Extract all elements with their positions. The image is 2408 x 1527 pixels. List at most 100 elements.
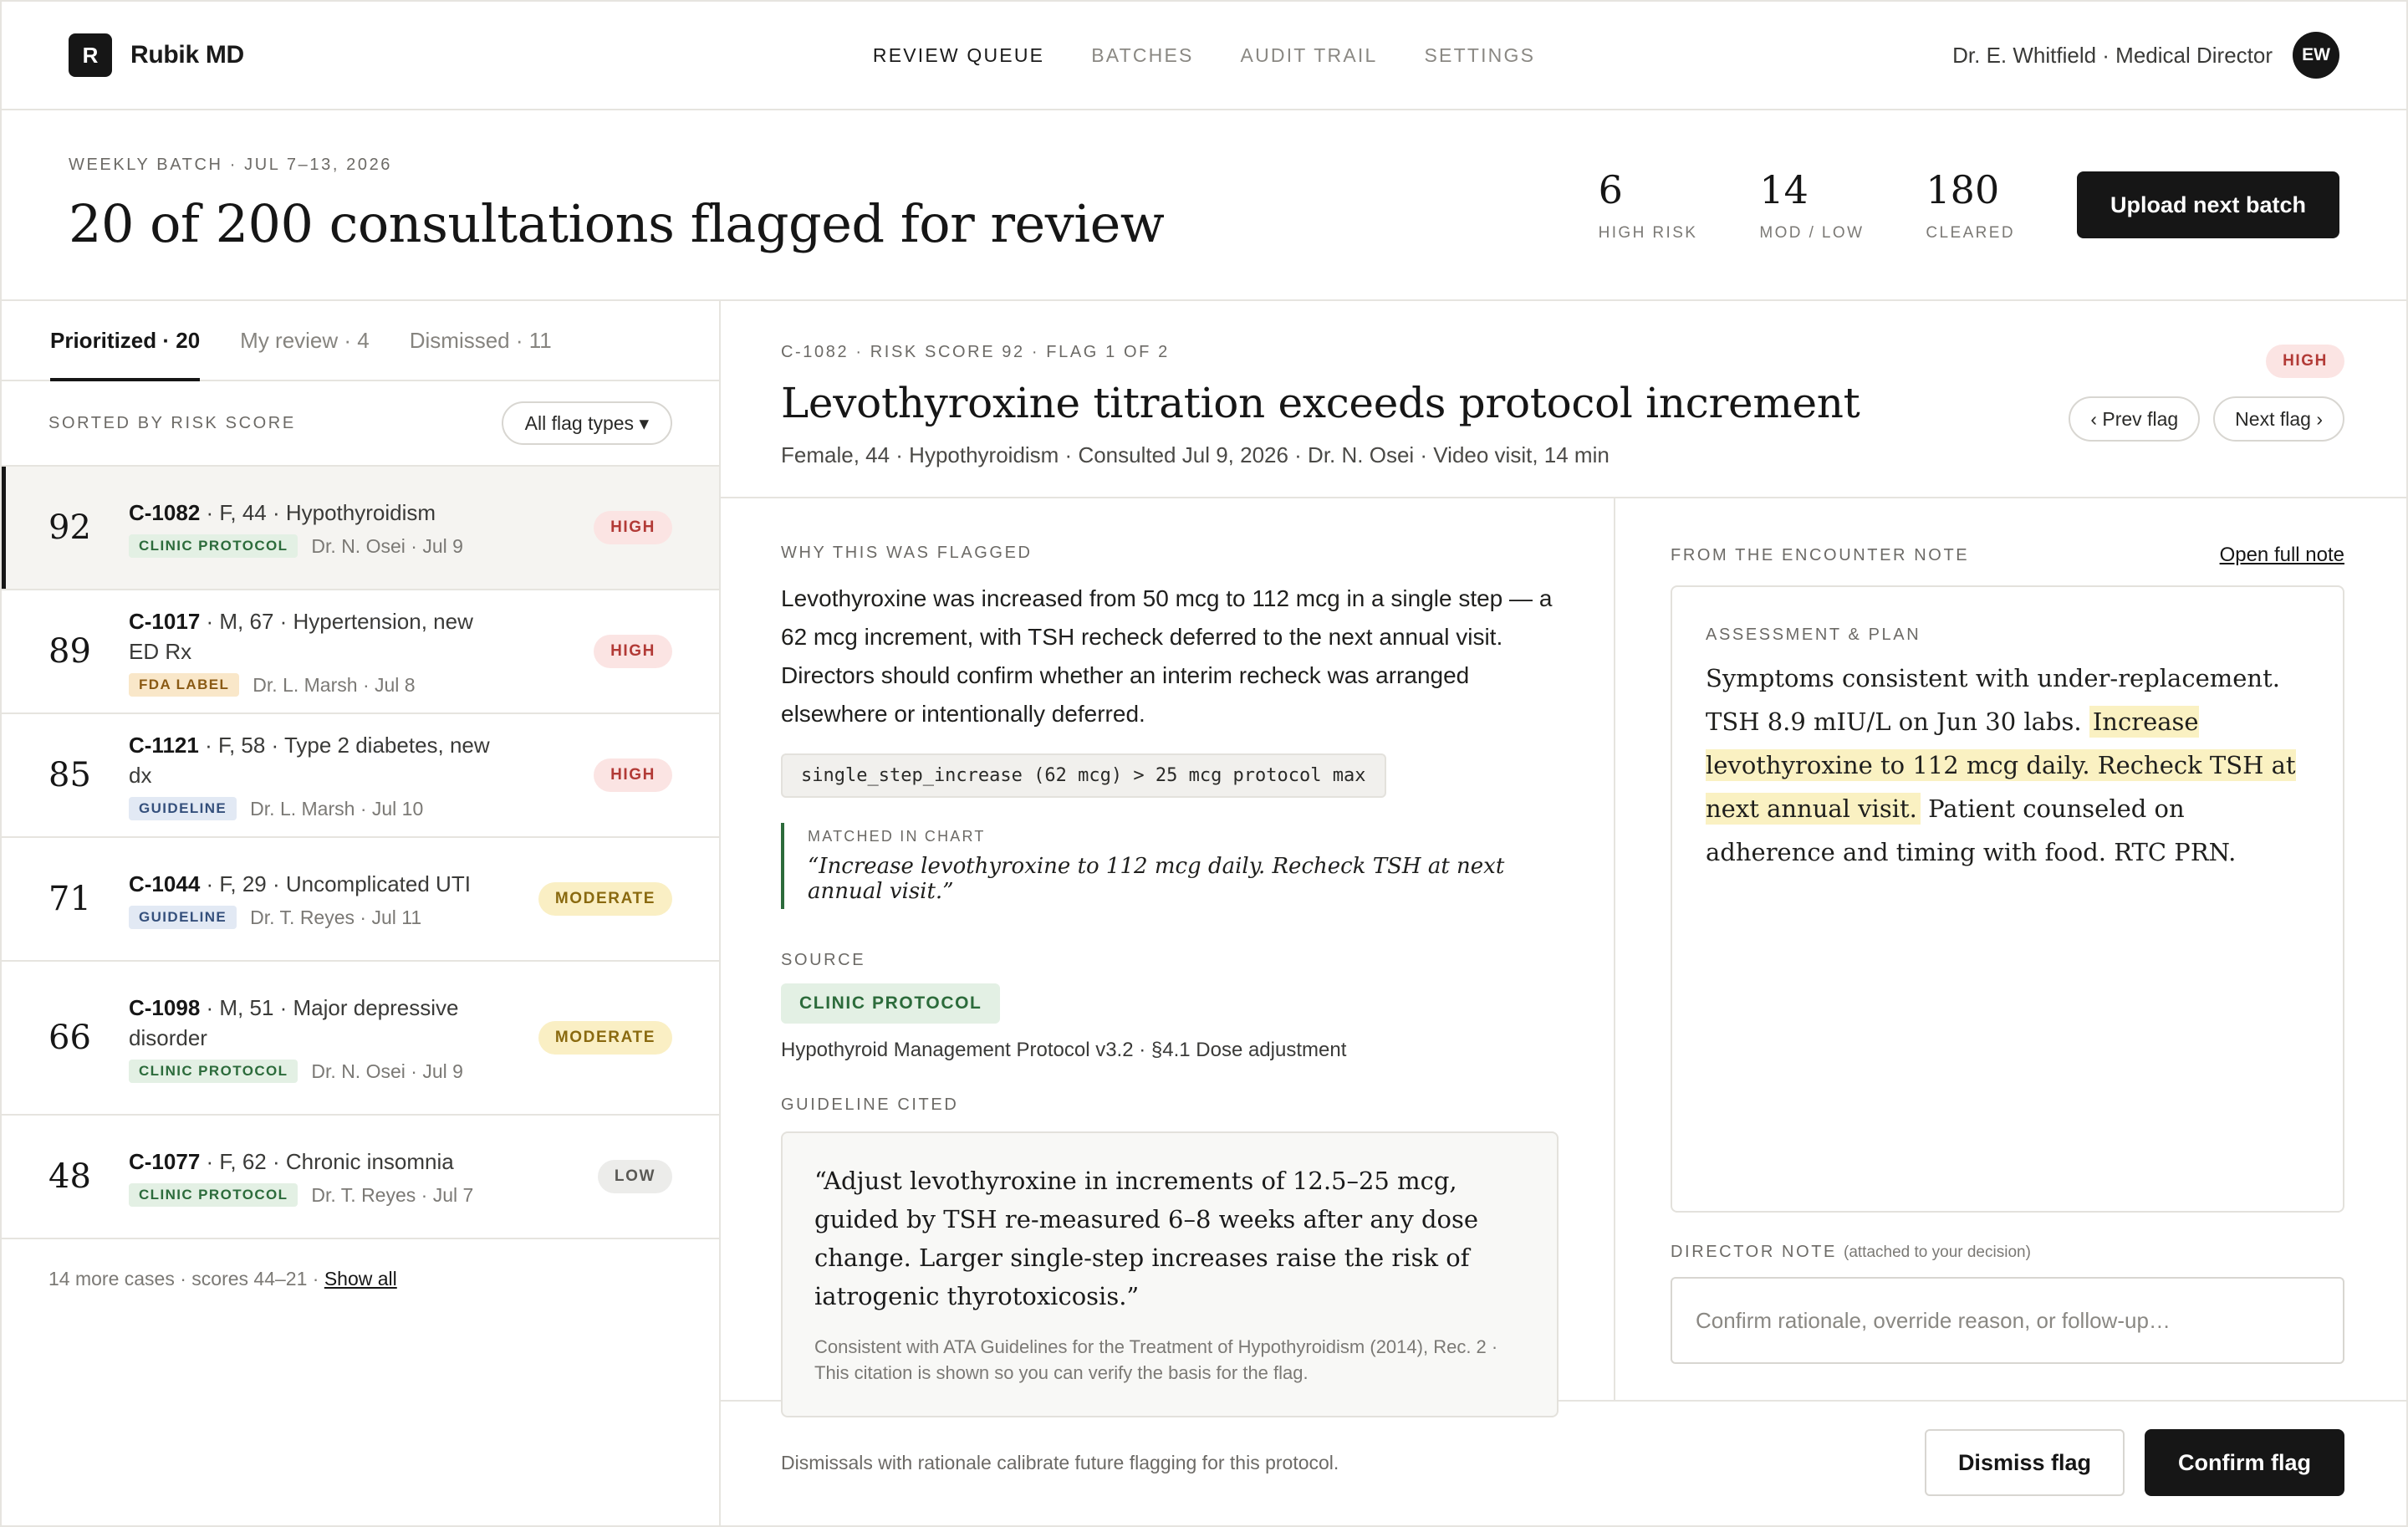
user-menu[interactable]: Dr. E. Whitfield · Medical Director EW	[1952, 32, 2339, 79]
source-chip: CLINIC PROTOCOL	[781, 983, 1001, 1024]
case-score: 71	[48, 880, 91, 918]
flag-risk-badge: HIGH	[2266, 345, 2344, 378]
case-id: C-1082	[129, 500, 201, 525]
case-meta: Dr. T. Reyes · Jul 7	[311, 1183, 474, 1206]
case-meta: Dr. T. Reyes · Jul 11	[250, 906, 422, 928]
case-desc: · F, 62 · Chronic insomnia	[200, 1149, 454, 1174]
decision-footer: Dismissals with rationale calibrate futu…	[721, 1402, 2406, 1524]
case-score: 92	[48, 508, 91, 547]
queue-tabs: Prioritized · 20 My review · 4 Dismissed…	[2, 301, 719, 381]
nav-audit-trail[interactable]: AUDIT TRAIL	[1241, 44, 1378, 67]
encounter-note-box: ASSESSMENT & PLAN Symptoms consistent wi…	[1671, 585, 2344, 1213]
case-desc: · F, 29 · Uncomplicated UTI	[200, 871, 471, 896]
flag-subtitle: Female, 44 · Hypothyroidism · Consulted …	[781, 442, 1610, 467]
director-note-title: DIRECTOR NOTE	[1671, 1243, 1837, 1261]
brand-name: Rubik MD	[130, 41, 244, 69]
case-id: C-1121	[129, 733, 199, 758]
director-note-label: DIRECTOR NOTE (attached to your decision)	[1671, 1243, 2344, 1262]
risk-badge: HIGH	[594, 758, 672, 792]
sort-label: SORTED BY RISK SCORE	[48, 413, 296, 432]
case-score: 66	[48, 1019, 91, 1057]
case-score: 48	[48, 1157, 91, 1196]
case-meta: Dr. L. Marsh · Jul 10	[250, 797, 424, 820]
risk-badge: LOW	[597, 1160, 672, 1193]
sort-bar: SORTED BY RISK SCORE All flag types ▾	[2, 381, 719, 467]
guideline-box: “Adjust levothyroxine in increments of 1…	[781, 1131, 1559, 1417]
case-desc: · F, 44 · Hypothyroidism	[200, 500, 436, 525]
source-label: SOURCE	[781, 951, 866, 969]
prev-flag-button[interactable]: ‹ Prev flag	[2069, 396, 2201, 442]
page-title: 20 of 200 consultations flagged for revi…	[69, 193, 1165, 254]
why-flagged-text: Levothyroxine was increased from 50 mcg …	[781, 585, 1553, 727]
case-row[interactable]: 48 C-1077 · F, 62 · Chronic insomnia CLI…	[2, 1116, 719, 1239]
tab-dismissed[interactable]: Dismissed · 11	[410, 301, 552, 380]
case-row[interactable]: 66 C-1098 · M, 51 · Major depressive dis…	[2, 962, 719, 1116]
case-score: 89	[48, 632, 91, 671]
source-tag: CLINIC PROTOCOL	[129, 534, 298, 558]
director-note: DIRECTOR NOTE (attached to your decision)	[1671, 1243, 2344, 1364]
rule-expression: single_step_increase (62 mcg) > 25 mcg p…	[781, 753, 1386, 798]
tab-my-review[interactable]: My review · 4	[240, 301, 370, 380]
brand-logo-icon: R	[69, 33, 112, 77]
nav-review-queue[interactable]: REVIEW QUEUE	[873, 44, 1044, 67]
top-nav: R Rubik MD REVIEW QUEUE BATCHES AUDIT TR…	[2, 2, 2406, 110]
case-row[interactable]: 71 C-1044 · F, 29 · Uncomplicated UTI GU…	[2, 838, 719, 962]
flag-actions: HIGH ‹ Prev flag Next flag ›	[2069, 345, 2344, 442]
matched-quote: “Increase levothyroxine to 112 mcg daily…	[808, 854, 1505, 904]
risk-badge: MODERATE	[538, 1021, 672, 1055]
flag-reasoning: WHY THIS WAS FLAGGED Levothyroxine was i…	[721, 498, 1615, 1417]
avatar[interactable]: EW	[2293, 32, 2339, 79]
flag-type-filter[interactable]: All flag types ▾	[501, 401, 672, 445]
stat-value: 6	[1598, 167, 1623, 212]
flag-detail-header: C-1082 · RISK SCORE 92 · FLAG 1 OF 2 Lev…	[721, 301, 2406, 498]
more-cases: 14 more cases · scores 44–21 · Show all	[2, 1239, 719, 1319]
flag-detail-columns: WHY THIS WAS FLAGGED Levothyroxine was i…	[721, 498, 2406, 1417]
open-full-note-link[interactable]: Open full note	[2220, 544, 2344, 567]
matched-label: MATCHED IN CHART	[808, 828, 986, 845]
case-id: C-1017	[129, 609, 201, 634]
source-name: Hypothyroid Management Protocol v3.2 · §…	[781, 1039, 1347, 1061]
director-note-input[interactable]	[1671, 1277, 2344, 1364]
case-meta: Dr. L. Marsh · Jul 8	[253, 673, 416, 696]
note-text: Symptoms consistent with under-replaceme…	[1706, 656, 2309, 874]
case-meta: Dr. N. Osei · Jul 9	[311, 1060, 463, 1082]
guideline-label: GUIDELINE CITED	[781, 1095, 959, 1114]
stat-cleared: 180 CLEARED	[1926, 167, 2015, 243]
case-row[interactable]: 92 C-1082 · F, 44 · Hypothyroidism CLINI…	[2, 467, 719, 590]
brand[interactable]: R Rubik MD	[69, 33, 244, 77]
risk-badge: HIGH	[594, 511, 672, 544]
dismiss-flag-button[interactable]: Dismiss flag	[1924, 1429, 2125, 1496]
tab-prioritized[interactable]: Prioritized · 20	[50, 301, 201, 381]
risk-badge: MODERATE	[538, 882, 672, 916]
main-body: Prioritized · 20 My review · 4 Dismissed…	[2, 301, 2406, 1525]
case-row[interactable]: 85 C-1121 · F, 58 · Type 2 diabetes, new…	[2, 714, 719, 838]
source-block: SOURCE CLINIC PROTOCOL Hypothyroid Manag…	[781, 951, 1559, 1062]
stat-label: CLEARED	[1926, 224, 2015, 242]
more-cases-text: 14 more cases · scores 44–21 ·	[48, 1268, 324, 1290]
show-all-link[interactable]: Show all	[324, 1268, 397, 1290]
stat-high-risk: 6 HIGH RISK	[1599, 167, 1698, 243]
batch-stats: 6 HIGH RISK 14 MOD / LOW 180 CLEARED	[1599, 167, 2015, 243]
nav-links: REVIEW QUEUE BATCHES AUDIT TRAIL SETTING…	[873, 44, 1535, 67]
nav-settings[interactable]: SETTINGS	[1424, 44, 1535, 67]
source-tag: CLINIC PROTOCOL	[129, 1183, 298, 1207]
source-tag: CLINIC PROTOCOL	[129, 1060, 298, 1083]
stat-value: 14	[1759, 167, 1809, 212]
confirm-flag-button[interactable]: Confirm flag	[2145, 1429, 2344, 1496]
review-queue-panel: Prioritized · 20 My review · 4 Dismissed…	[2, 301, 721, 1525]
guideline-quote: “Adjust levothyroxine in increments of 1…	[814, 1167, 1479, 1310]
next-flag-button[interactable]: Next flag ›	[2213, 396, 2344, 442]
case-id: C-1044	[129, 871, 201, 896]
case-row[interactable]: 89 C-1017 · M, 67 · Hypertension, new ED…	[2, 590, 719, 714]
director-note-hint: (attached to your decision)	[1844, 1244, 2031, 1261]
stat-label: HIGH RISK	[1598, 224, 1698, 242]
flag-detail-panel: C-1082 · RISK SCORE 92 · FLAG 1 OF 2 Lev…	[721, 301, 2406, 1525]
user-label: Dr. E. Whitfield · Medical Director	[1952, 42, 2273, 68]
nav-batches[interactable]: BATCHES	[1091, 44, 1193, 67]
guideline-block: GUIDELINE CITED “Adjust levothyroxine in…	[781, 1095, 1559, 1417]
encounter-note-panel: FROM THE ENCOUNTER NOTE Open full note A…	[1615, 498, 2406, 1400]
upload-next-batch-button[interactable]: Upload next batch	[2076, 171, 2339, 238]
stat-label: MOD / LOW	[1759, 224, 1865, 242]
case-score: 85	[48, 756, 91, 794]
risk-badge: HIGH	[594, 635, 672, 668]
